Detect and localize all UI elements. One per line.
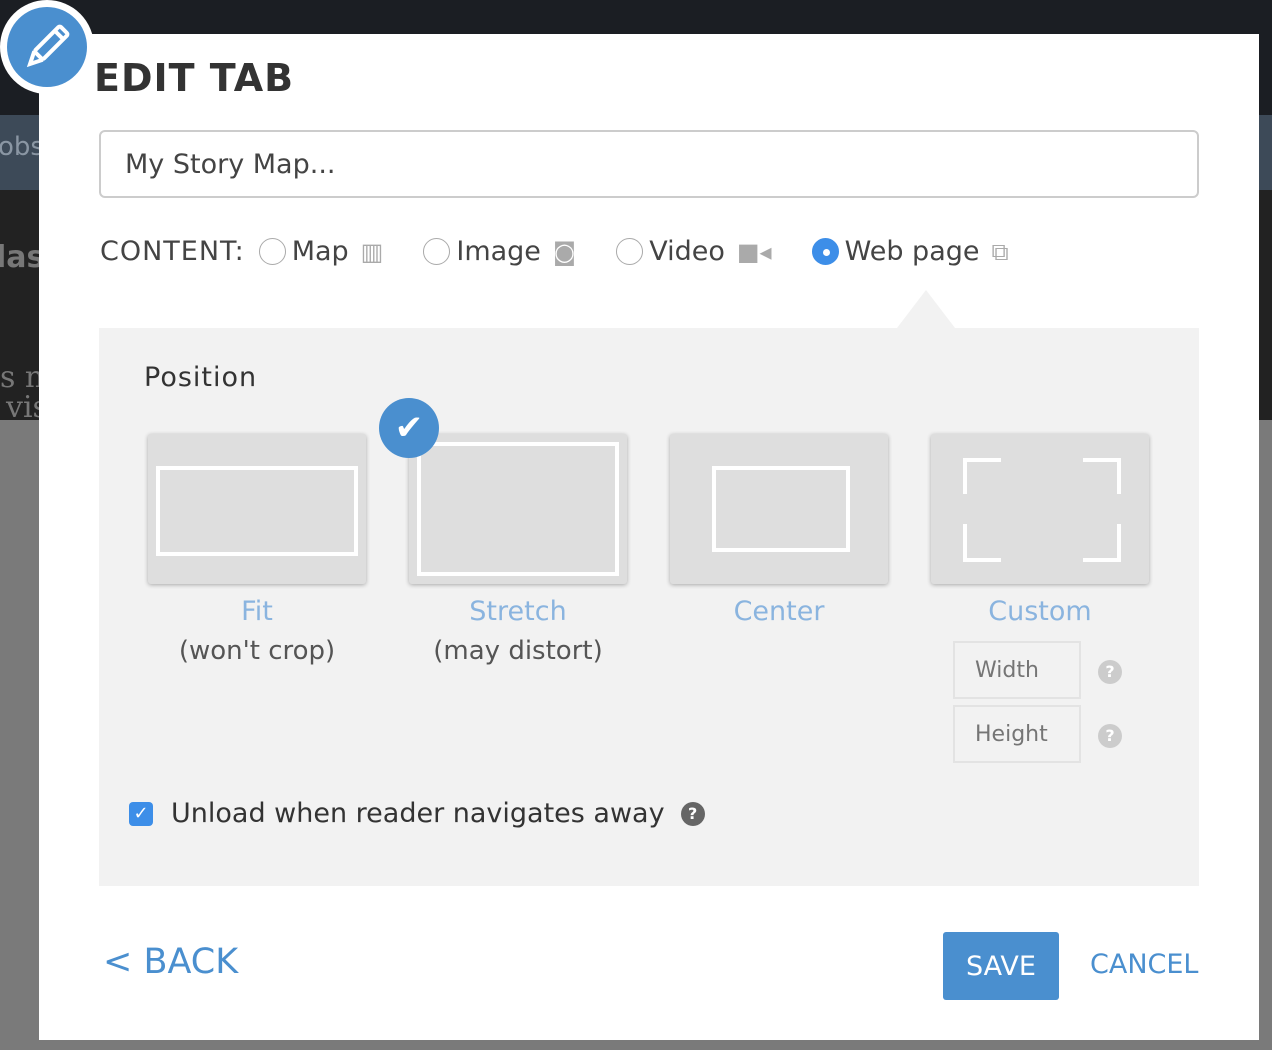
map-icon: ▥	[360, 237, 384, 266]
position-fit-card[interactable]	[148, 434, 366, 584]
help-icon[interactable]: ?	[680, 801, 705, 826]
option-label: Video	[649, 236, 725, 267]
unload-option[interactable]: ✓ Unload when reader navigates away ?	[129, 798, 705, 829]
selected-check-icon: ✔	[379, 398, 439, 458]
video-camera-icon: ■◂	[736, 237, 772, 266]
content-option-image[interactable]: Image ◙	[423, 236, 576, 267]
help-icon[interactable]: ?	[1098, 660, 1122, 684]
cancel-button[interactable]: CANCEL	[1090, 949, 1198, 980]
option-label: Map	[291, 236, 349, 267]
back-button[interactable]: < BACK	[103, 942, 238, 982]
pencil-icon	[7, 7, 87, 87]
save-button[interactable]: SAVE	[943, 932, 1059, 1000]
content-label: CONTENT:	[100, 236, 245, 267]
background-text: las	[0, 240, 45, 275]
help-icon[interactable]: ?	[1098, 724, 1122, 748]
camera-icon: ◙	[552, 237, 577, 266]
radio-selected[interactable]	[811, 238, 839, 265]
content-option-map[interactable]: Map ▥	[258, 236, 384, 267]
background-text: obs	[0, 132, 44, 162]
content-option-web-page[interactable]: Web page ⧉	[811, 236, 1009, 267]
content-option-video[interactable]: Video ■◂	[616, 236, 772, 267]
edit-badge	[0, 0, 94, 94]
option-label: Web page	[844, 236, 980, 267]
external-link-icon: ⧉	[991, 237, 1009, 266]
radio[interactable]	[423, 238, 451, 265]
option-label: Image	[456, 236, 541, 267]
position-stretch-card[interactable]	[409, 434, 627, 584]
unload-checkbox[interactable]: ✓	[129, 801, 153, 826]
custom-width-input[interactable]	[953, 641, 1081, 699]
custom-height-input[interactable]	[953, 705, 1081, 763]
position-fit-label[interactable]: Fit	[137, 596, 377, 627]
position-stretch-sub: (may distort)	[433, 636, 603, 666]
position-center-label[interactable]: Center	[659, 596, 899, 627]
position-fit-sub: (won't crop)	[178, 636, 336, 666]
web-page-options-panel: Position ✔ Fit (won't crop) Stretch (may…	[99, 328, 1199, 886]
position-custom-card[interactable]	[931, 434, 1149, 584]
position-title: Position	[144, 362, 258, 393]
radio[interactable]	[258, 238, 286, 265]
content-type-selector: CONTENT: Map ▥ Image ◙ Video ■◂ Web page ⧉	[100, 236, 1049, 267]
panel-pointer	[897, 290, 955, 328]
radio[interactable]	[616, 238, 644, 265]
tab-title-input[interactable]	[99, 130, 1199, 198]
position-custom-label[interactable]: Custom	[920, 596, 1160, 627]
position-stretch-label[interactable]: Stretch	[398, 596, 638, 627]
position-center-card[interactable]	[670, 434, 888, 584]
unload-label: Unload when reader navigates away	[171, 798, 665, 829]
dialog-title: EDIT TAB	[94, 56, 295, 100]
